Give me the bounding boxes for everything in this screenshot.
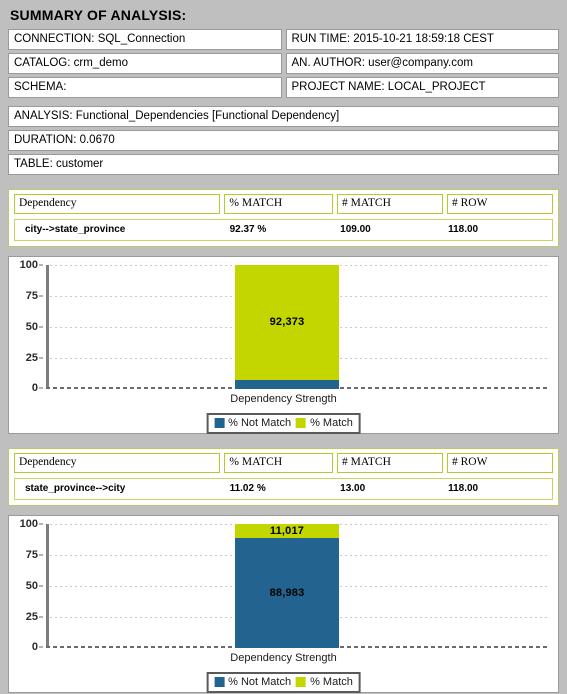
y-tick-label: 75 [25, 549, 38, 561]
y-tick-mark [39, 554, 43, 556]
y-axis-line [46, 265, 49, 389]
bar-segment-not-match[interactable] [235, 379, 339, 389]
legend-swatch-icon [214, 418, 225, 428]
column-header-dependency: Dependency [14, 194, 221, 214]
legend-label: % Not Match [228, 676, 292, 688]
dependency-table: Dependency % MATCH # MATCH # ROW city-->… [8, 189, 559, 247]
table-header-row: Dependency % MATCH # MATCH # ROW [14, 453, 553, 473]
bar-segment-not-match[interactable]: 88,983 [235, 537, 339, 648]
chart-legend: % Not Match % Match [206, 413, 361, 434]
cell-pct-match: 11.02 % [225, 479, 337, 499]
column-header-pct-match: % MATCH [224, 453, 333, 473]
dependency-strength-chart-1: 100 75 50 25 0 92,373 Dependency Strengt… [8, 256, 559, 434]
y-tick-mark [39, 295, 43, 297]
column-header-num-match: # MATCH [337, 453, 443, 473]
legend-swatch-icon [214, 677, 225, 687]
connection-field: CONNECTION: SQL_Connection [8, 29, 282, 50]
y-axis-line [46, 524, 49, 648]
y-tick-mark [39, 326, 43, 328]
y-axis: 100 75 50 25 0 [9, 257, 47, 394]
legend-swatch-icon [296, 418, 307, 428]
legend-label: % Match [310, 417, 353, 429]
dependency-table: Dependency % MATCH # MATCH # ROW state_p… [8, 448, 559, 506]
plot-area: 100 75 50 25 0 92,373 [9, 257, 558, 394]
y-tick-mark [39, 523, 43, 525]
y-tick-mark [39, 616, 43, 618]
x-axis-title: Dependency Strength [230, 652, 337, 664]
column-header-pct-match: % MATCH [224, 194, 333, 214]
bar-value-label: 88,983 [269, 586, 305, 599]
bar-value-label: 11,017 [269, 524, 305, 537]
dependency-result-block: Dependency % MATCH # MATCH # ROW city-->… [8, 189, 559, 247]
info-row: CONNECTION: SQL_Connection RUN TIME: 201… [8, 29, 559, 50]
stacked-bar[interactable]: 11,017 88,983 [235, 524, 339, 648]
info-row: ANALYSIS: Functional_Dependencies [Funct… [8, 106, 559, 127]
cell-dependency: state_province-->city [15, 479, 226, 499]
y-tick-label: 50 [25, 321, 38, 333]
info-row: SCHEMA: PROJECT NAME: LOCAL_PROJECT [8, 77, 559, 98]
cell-dependency: city-->state_province [15, 220, 226, 240]
y-tick-mark [39, 387, 43, 389]
y-tick-label: 100 [19, 518, 38, 530]
legend-item-match[interactable]: % Match [296, 417, 353, 429]
y-tick-mark [39, 585, 43, 587]
bar-value-label: 92,373 [269, 316, 305, 329]
author-field: AN. AUTHOR: user@company.com [285, 53, 559, 74]
column-header-num-match: # MATCH [337, 194, 443, 214]
duration-field: DURATION: 0.0670 [8, 130, 559, 151]
legend-item-not-match[interactable]: % Not Match [214, 676, 291, 688]
column-header-dependency: Dependency [14, 453, 221, 473]
x-axis-title: Dependency Strength [230, 393, 337, 405]
y-axis: 100 75 50 25 0 [9, 516, 47, 653]
analysis-field: ANALYSIS: Functional_Dependencies [Funct… [8, 106, 559, 127]
plot-area: 100 75 50 25 0 11,017 88,983 [9, 516, 558, 653]
info-row: CATALOG: crm_demo AN. AUTHOR: user@compa… [8, 53, 559, 74]
cell-num-row: 118.00 [444, 220, 553, 240]
summary-title: SUMMARY OF ANALYSIS: [10, 7, 187, 23]
legend-label: % Not Match [228, 417, 292, 429]
y-tick-mark [39, 264, 43, 266]
table-row[interactable]: city-->state_province 92.37 % 109.00 118… [14, 219, 553, 241]
table-field: TABLE: customer [8, 154, 559, 175]
column-header-num-row: # ROW [447, 194, 553, 214]
table-header-row: Dependency % MATCH # MATCH # ROW [14, 194, 553, 214]
y-tick-label: 50 [25, 580, 38, 592]
cell-num-match: 109.00 [336, 220, 445, 240]
y-tick-label: 25 [25, 352, 38, 364]
legend-swatch-icon [296, 677, 307, 687]
cell-num-row: 118.00 [444, 479, 553, 499]
bar-segment-match[interactable]: 11,017 [235, 524, 339, 538]
y-tick-mark [39, 646, 43, 648]
cell-num-match: 13.00 [336, 479, 445, 499]
info-row: TABLE: customer [8, 154, 559, 175]
stacked-bar[interactable]: 92,373 [235, 265, 339, 389]
y-tick-label: 100 [19, 259, 38, 271]
schema-field: SCHEMA: [8, 77, 282, 98]
run-time-field: RUN TIME: 2015-10-21 18:59:18 CEST [285, 29, 559, 50]
info-row: DURATION: 0.0670 [8, 130, 559, 151]
legend-item-not-match[interactable]: % Not Match [214, 417, 291, 429]
catalog-field: CATALOG: crm_demo [8, 53, 282, 74]
legend-label: % Match [310, 676, 353, 688]
dependency-result-block: Dependency % MATCH # MATCH # ROW state_p… [8, 448, 559, 506]
project-name-field: PROJECT NAME: LOCAL_PROJECT [285, 77, 559, 98]
dependency-strength-chart-2: 100 75 50 25 0 11,017 88,983 Dependency … [8, 515, 559, 693]
summary-info-grid: CONNECTION: SQL_Connection RUN TIME: 201… [0, 29, 567, 175]
y-tick-label: 75 [25, 290, 38, 302]
cell-pct-match: 92.37 % [225, 220, 337, 240]
column-header-num-row: # ROW [447, 453, 553, 473]
chart-legend: % Not Match % Match [206, 672, 361, 693]
legend-item-match[interactable]: % Match [296, 676, 353, 688]
y-tick-mark [39, 357, 43, 359]
y-tick-label: 25 [25, 611, 38, 623]
bar-segment-match[interactable]: 92,373 [235, 265, 339, 380]
table-row[interactable]: state_province-->city 11.02 % 13.00 118.… [14, 478, 553, 500]
